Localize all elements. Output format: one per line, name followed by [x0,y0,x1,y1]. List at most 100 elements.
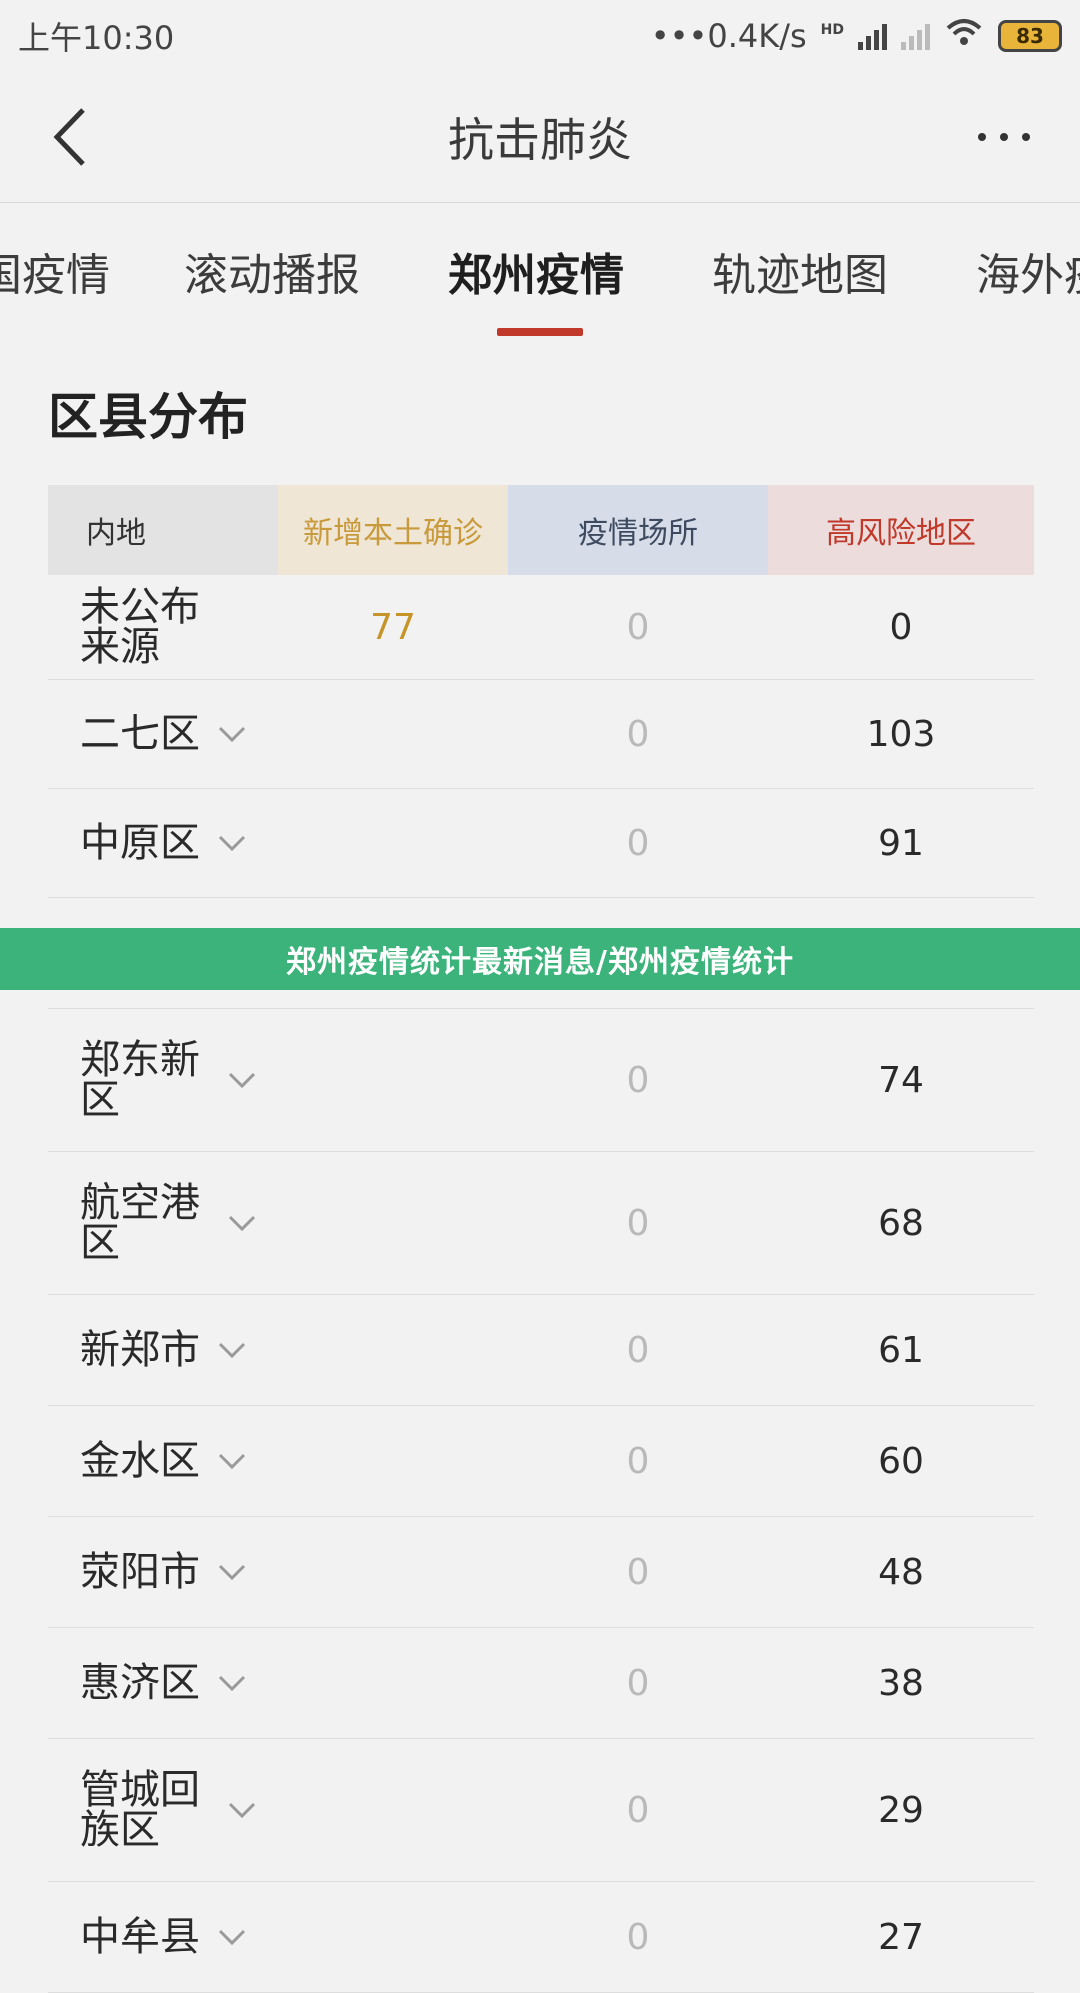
table-row[interactable]: 中牟县 0 27 [48,1882,1034,1993]
dot-icon [978,133,986,141]
chevron-down-icon[interactable] [218,1341,246,1359]
district-name-cell: 新郑市 [48,1330,278,1370]
high-risk-value: 61 [878,1329,924,1371]
hd-label: HD [820,22,844,38]
table-row: 未公布来源 77 0 0 [48,575,1034,680]
district-name-cell: 管城回族区 [48,1770,278,1850]
tab-bar: 国疫情 滚动播报 郑州疫情 轨迹地图 海外疫 [0,203,1080,338]
high-risk-value: 38 [878,1662,924,1704]
battery-icon: 83 [998,20,1062,52]
district-name: 管城回族区 [80,1767,200,1853]
places-value: 0 [626,1059,650,1101]
places-value: 0 [626,1916,650,1958]
table-row[interactable]: 管城回族区 0 29 [48,1739,1034,1882]
high-risk-value: 60 [878,1440,924,1482]
active-tab-indicator [497,328,583,336]
high-risk-value: 74 [878,1059,924,1101]
district-name-cell: 二七区 [48,714,278,754]
chevron-down-icon[interactable] [218,834,246,852]
places-value: 0 [626,822,650,864]
table-row[interactable]: 惠济区 0 38 [48,1628,1034,1739]
signal-2-icon [901,22,930,50]
district-name: 新郑市 [80,1327,200,1373]
places-value: 0 [626,1662,650,1704]
section-title: 区县分布 [48,388,248,446]
district-name-cell: 郑东新区 [48,1040,278,1120]
tab-track-map[interactable]: 轨迹地图 [712,239,888,303]
new-cases-value: 77 [370,606,416,648]
header-new-cases: 新增本土确诊 [278,485,508,575]
nav-bar: 抗击肺炎 [0,72,1080,203]
chevron-left-icon [53,108,85,166]
signal-icon [858,22,887,50]
high-risk-value: 103 [866,713,936,755]
district-name-cell: 中原区 [48,823,278,863]
tab-live-feed[interactable]: 滚动播报 [184,239,360,303]
table-header: 内地 新增本土确诊 疫情场所 高风险地区 [48,485,1034,575]
table-row[interactable]: 新郑市 0 61 [48,1295,1034,1406]
more-button[interactable] [964,112,1044,162]
high-risk-value: 27 [878,1916,924,1958]
chevron-down-icon[interactable] [228,1071,256,1089]
table-row[interactable]: 中原区 0 91 [48,789,1034,898]
table-row[interactable]: 荥阳市 0 48 [48,1517,1034,1628]
back-button[interactable] [36,102,106,172]
district-name: 金水区 [80,1438,200,1484]
title-banner: 郑州疫情统计最新消息/郑州疫情统计 [0,928,1080,990]
district-name-cell: 中牟县 [48,1917,278,1957]
district-name: 中原区 [80,820,200,866]
chevron-down-icon[interactable] [218,1928,246,1946]
header-places: 疫情场所 [508,485,768,575]
district-name: 未公布来源 [80,584,200,670]
high-risk-value: 29 [878,1789,924,1831]
chevron-down-icon[interactable] [218,1452,246,1470]
high-risk-value: 68 [878,1202,924,1244]
tab-overseas[interactable]: 海外疫 [976,239,1080,303]
places-value: 0 [626,1202,650,1244]
table-row[interactable]: 金水区 0 60 [48,1406,1034,1517]
places-value: 0 [626,1329,650,1371]
district-name-cell: 金水区 [48,1441,278,1481]
tab-zhengzhou[interactable]: 郑州疫情 [448,239,624,303]
high-risk-value: 48 [878,1551,924,1593]
chevron-down-icon[interactable] [218,725,246,743]
district-name: 二七区 [80,711,200,757]
district-name-cell: 未公布来源 [48,587,278,667]
wifi-icon [944,16,984,56]
table-row[interactable]: 二七区 0 103 [48,680,1034,789]
places-value: 0 [626,1789,650,1831]
district-name-cell: 荥阳市 [48,1552,278,1592]
main-content: 区县分布 内地 新增本土确诊 疫情场所 高风险地区 未公布来源 77 0 0 二七区 0 1… [0,337,1080,1993]
district-name: 中牟县 [80,1914,200,1960]
table-row[interactable]: 航空港区 0 68 [48,1152,1034,1295]
places-value: 0 [626,606,650,648]
tab-national[interactable]: 国疫情 [0,239,110,303]
district-table: 内地 新增本土确诊 疫情场所 高风险地区 未公布来源 77 0 0 二七区 0 103 中原区… [48,485,1034,1993]
table-row[interactable]: 郑东新区 0 74 [48,1009,1034,1152]
high-risk-value: 0 [889,606,913,648]
status-time: 上午10:30 [18,19,175,57]
district-name: 郑东新区 [80,1037,200,1123]
chevron-down-icon[interactable] [228,1801,256,1819]
network-speed: •••0.4K/s [650,17,807,55]
page-title: 抗击肺炎 [448,113,632,167]
district-name-cell: 惠济区 [48,1663,278,1703]
status-bar: 上午10:30 •••0.4K/s HD 83 [0,0,1080,72]
places-value: 0 [626,713,650,755]
chevron-down-icon[interactable] [218,1674,246,1692]
district-name: 惠济区 [80,1660,200,1706]
status-icons: •••0.4K/s HD 83 [651,16,1062,56]
places-value: 0 [626,1551,650,1593]
places-value: 0 [626,1440,650,1482]
district-name: 荥阳市 [80,1549,200,1595]
district-name: 航空港区 [80,1180,200,1266]
table-body: 未公布来源7700二七区0103中原区091高新区078郑东新区074航空港区0… [48,575,1034,1993]
district-name-cell: 航空港区 [48,1183,278,1263]
chevron-down-icon[interactable] [218,1563,246,1581]
dot-icon [1022,133,1030,141]
chevron-down-icon[interactable] [228,1214,256,1232]
high-risk-value: 91 [878,822,924,864]
header-region: 内地 [48,485,278,575]
header-high-risk: 高风险地区 [768,485,1034,575]
dot-icon [1000,133,1008,141]
